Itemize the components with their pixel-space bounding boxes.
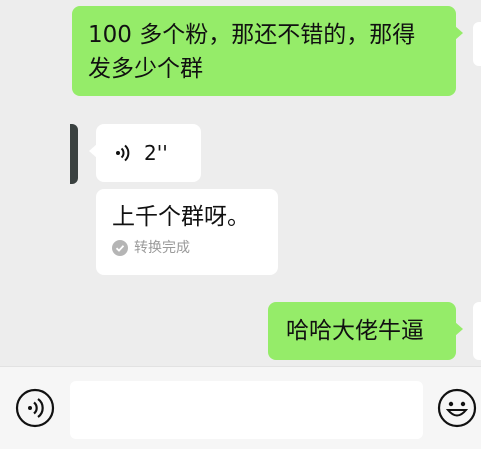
message-text: 哈哈大佬牛逼 <box>286 318 424 344</box>
check-circle-icon <box>112 240 128 256</box>
voice-transcript-card[interactable]: 上千个群呀。 转换完成 <box>96 189 278 275</box>
transcript-status: 转换完成 <box>112 239 262 257</box>
message-input[interactable] <box>70 381 423 439</box>
chat-input-bar <box>0 366 481 449</box>
voice-input-button[interactable] <box>15 388 55 428</box>
message-text-line: 发多少个群 <box>88 56 203 82</box>
contact-avatar[interactable] <box>70 124 78 184</box>
voice-icon <box>116 144 130 162</box>
sent-message-bubble[interactable]: 哈哈大佬牛逼 <box>268 302 463 360</box>
transcript-text: 上千个群呀。 <box>112 204 250 230</box>
message-text-line: 100 多个粉，那还不错的，那得 <box>88 22 416 48</box>
sent-message-bubble[interactable]: 100 多个粉，那还不错的，那得 发多少个群 <box>72 6 463 96</box>
voice-duration: 2'' <box>144 141 168 165</box>
transcript-status-label: 转换完成 <box>134 240 190 256</box>
emoji-button[interactable] <box>437 388 477 428</box>
voice-message-bubble[interactable]: 2'' <box>89 124 201 182</box>
self-avatar[interactable] <box>473 22 481 66</box>
self-avatar[interactable] <box>473 302 481 360</box>
